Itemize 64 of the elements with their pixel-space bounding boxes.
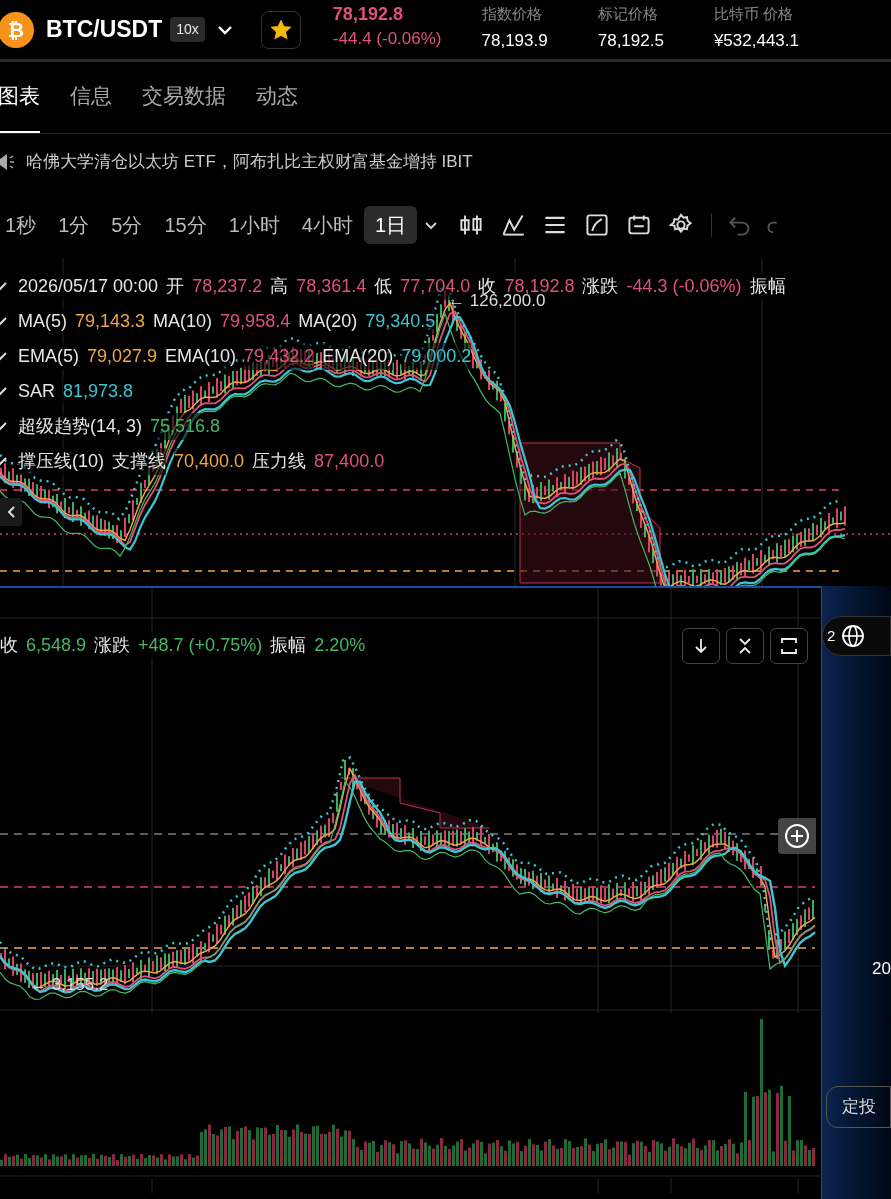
price-marker: ← 3,155.2 [30,974,109,996]
chevron-left-icon [7,506,15,518]
indicator-icon [501,213,525,237]
tab[interactable]: 动态 [256,79,298,133]
legend-value: 79,432.2 [244,342,315,370]
drawing-tool-icon [585,213,609,237]
legend-label: 支撑线 [112,447,166,475]
legend-label: MA(5) [18,307,67,335]
down-arrow-button[interactable] [682,628,720,664]
interval-tab[interactable]: 1秒 [0,206,48,244]
speaker-icon [0,152,16,172]
candlestick-icon [459,213,483,237]
star-icon [270,19,291,40]
legend-label: 振幅 [749,272,786,300]
tab[interactable]: 信息 [70,79,112,133]
legend-label: EMA(20) [322,342,394,370]
interval-tab[interactable]: 1分 [47,206,101,244]
interval-tab[interactable]: 15分 [153,206,218,244]
legend-value: 75,516.8 [150,412,221,440]
expand-icon [779,636,799,656]
plus-circle-icon [784,823,810,849]
favorite-button[interactable] [260,10,301,49]
last-price: 78,192.8 [332,4,404,24]
interval-tab[interactable]: 5分 [100,206,154,244]
count-label: 2 [827,625,836,646]
collapse-button[interactable] [726,628,764,664]
price-change: -44.4 (-0.06%) [332,28,442,50]
legend-value: 79,340.5 [365,307,436,335]
interval-tab[interactable]: 1日 [363,206,417,244]
slash-icon [0,421,8,431]
interval-tab[interactable]: 1小时 [217,206,291,244]
interval-tab[interactable]: 4小时 [290,206,364,244]
template-icon [627,213,651,237]
fullscreen-button[interactable] [770,628,808,664]
stat-value: 78,193.9 [481,30,548,52]
add-button[interactable] [778,818,816,854]
legend-label: EMA(5) [18,342,79,370]
legend-label: 2026/05/17 00:00 [18,272,159,300]
tab[interactable]: 交易数据 [142,79,226,133]
tab[interactable]: 图表 [0,79,40,133]
slash-icon [0,456,8,466]
side-text: 20 [872,958,891,980]
legend-label: 撑压线(10) [18,447,104,475]
legend-value: +48.7 (+0.75%) [138,632,263,659]
slash-icon [0,386,8,396]
stat-value: 78,192.5 [597,30,664,52]
legend-label: 超级趋势(14, 3) [18,412,143,440]
invest-button[interactable]: 定投 [826,1085,891,1128]
stat-value: ¥532,443.1 [713,30,799,52]
stat-label: 比特币 价格 [713,6,795,22]
chevron-down-icon [216,24,233,35]
slash-icon [0,281,8,291]
globe-icon [841,624,866,648]
legend-value: 81,973.8 [63,377,134,405]
bitcoin-logo: ₿ [0,11,34,48]
stat-label: 指数价格 [481,6,543,22]
news-headline: 哈佛大学清仓以太坊 ETF，阿布扎比主权财富基金增持 IBIT [26,151,473,174]
collapse-button[interactable] [0,498,22,526]
leverage-badge: 10x [170,17,205,42]
slash-icon [0,351,8,361]
pair-name: BTC/USDT [46,15,163,45]
legend-value: 79,000.2 [401,342,472,370]
slash-icon [0,316,8,326]
stat-label: 标记价格 [597,6,659,22]
